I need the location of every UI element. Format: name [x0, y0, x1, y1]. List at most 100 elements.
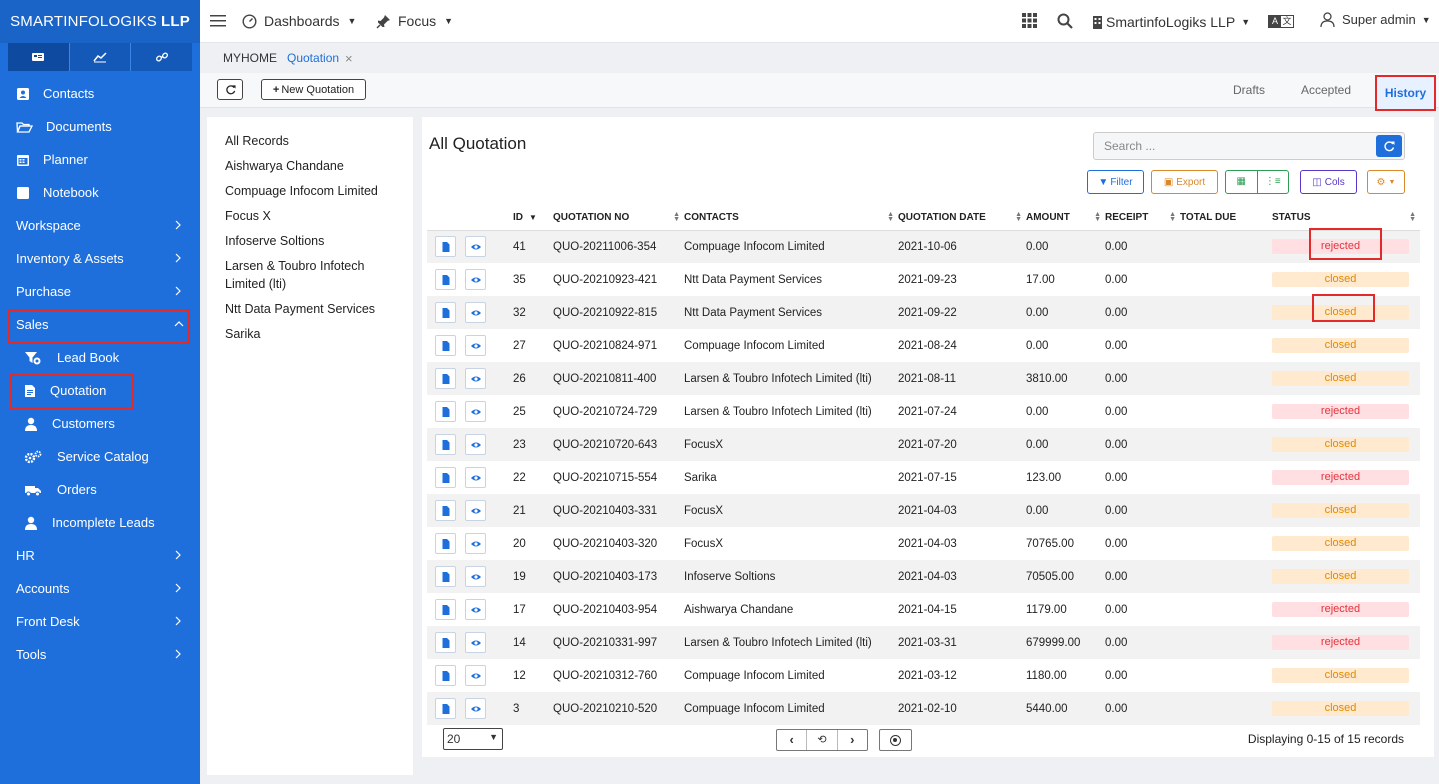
company-selector[interactable]: SmartinfoLogiks LLP ▼ — [1093, 14, 1250, 30]
preview-button[interactable] — [465, 269, 486, 290]
sidebar-item-accounts[interactable]: Accounts — [0, 572, 200, 605]
search-input[interactable]: Search ... — [1104, 139, 1155, 153]
table-row[interactable]: 21 QUO-20210403-331 FocusX 2021-04-03 0.00 0.… — [427, 494, 1420, 527]
tab-accepted[interactable]: Accepted — [1301, 83, 1351, 97]
table-row[interactable]: 12 QUO-20210312-760 Compuage Infocom Limit… — [427, 659, 1420, 692]
column-contacts[interactable]: CONTACTS ▲ ▼ — [684, 205, 898, 231]
table-row[interactable]: 35 QUO-20210923-421 Ntt Data Payment Servi… — [427, 263, 1420, 296]
view-document-button[interactable] — [435, 269, 456, 290]
record-filter-item[interactable]: Sarika — [225, 325, 405, 343]
table-row[interactable]: 27 QUO-20210824-971 Compuage Infocom Limit… — [427, 329, 1420, 362]
preview-button[interactable] — [465, 665, 486, 686]
close-tab-icon[interactable]: × — [345, 51, 353, 66]
dashboards-menu[interactable]: Dashboards ▼ — [242, 13, 356, 29]
translate-icon[interactable]: A文 — [1268, 15, 1294, 28]
apps-grid-icon[interactable] — [1022, 13, 1037, 28]
view-document-button[interactable] — [435, 335, 456, 356]
view-document-button[interactable] — [435, 500, 456, 521]
sidebar-item-planner[interactable]: Planner — [0, 143, 200, 176]
preview-button[interactable] — [465, 599, 486, 620]
reload-page-icon[interactable]: ⟲ — [807, 730, 838, 750]
sidebar-item-customers[interactable]: Customers — [0, 407, 200, 440]
tab-history[interactable]: History — [1375, 75, 1436, 111]
preview-button[interactable] — [465, 335, 486, 356]
view-document-button[interactable] — [435, 632, 456, 653]
table-row[interactable]: 3 QUO-20210210-520 Compuage Infocom Limite… — [427, 692, 1420, 725]
view-document-button[interactable] — [435, 368, 456, 389]
user-menu[interactable]: Super admin ▼ — [1320, 12, 1431, 27]
view-document-button[interactable] — [435, 599, 456, 620]
preview-button[interactable] — [465, 632, 486, 653]
export-button[interactable]: ▣ Export — [1151, 170, 1218, 194]
pager-options-button[interactable] — [879, 729, 912, 751]
record-filter-item[interactable]: Aishwarya Chandane — [225, 157, 405, 175]
table-row[interactable]: 22 QUO-20210715-554 Sarika 2021-07-15 123.00… — [427, 461, 1420, 494]
preview-button[interactable] — [465, 401, 486, 422]
preview-button[interactable] — [465, 533, 486, 554]
sidebar-item-contacts[interactable]: Contacts — [0, 77, 200, 110]
sidebar-item-service-catalog[interactable]: Service Catalog — [0, 440, 200, 473]
record-filter-item[interactable]: Compuage Infocom Limited — [225, 182, 405, 200]
brand-logo[interactable]: SMARTINFOLOGIKS LLP — [0, 0, 200, 43]
tab-links[interactable] — [131, 43, 192, 71]
preview-button[interactable] — [465, 500, 486, 521]
sidebar-item-hr[interactable]: HR — [0, 539, 200, 572]
view-document-button[interactable] — [435, 236, 456, 258]
view-document-button[interactable] — [435, 566, 456, 587]
view-document-button[interactable] — [435, 533, 456, 554]
sidebar-item-incomplete-leads[interactable]: Incomplete Leads — [0, 506, 200, 539]
tab-menu[interactable] — [8, 43, 70, 71]
record-filter-item[interactable]: Larsen & Toubro Infotech Limited (lti) — [225, 257, 385, 293]
search-icon[interactable] — [1057, 13, 1073, 29]
column-total-due[interactable]: TOTAL DUE — [1180, 205, 1272, 231]
record-filter-item[interactable]: Focus X — [225, 207, 405, 225]
preview-button[interactable] — [465, 236, 486, 258]
new-quotation-button[interactable]: + New Quotation — [261, 79, 366, 100]
view-document-button[interactable] — [435, 698, 456, 719]
table-row[interactable]: 19 QUO-20210403-173 Infoserve Soltions 2021… — [427, 560, 1420, 593]
search-refresh-button[interactable] — [1376, 135, 1402, 157]
column-quotation-date[interactable]: QUOTATION DATE ▲ ▼ — [898, 205, 1026, 231]
column-status[interactable]: STATUS ▲ ▼ — [1272, 205, 1420, 231]
table-row[interactable]: 41 QUO-20211006-354 Compuage Infocom Limit… — [427, 230, 1420, 263]
column-quotation-no[interactable]: QUOTATION NO ▲ ▼ — [553, 205, 684, 231]
table-row[interactable]: 25 QUO-20210724-729 Larsen & Toubro Infote… — [427, 395, 1420, 428]
sidebar-item-orders[interactable]: Orders — [0, 473, 200, 506]
cols-button[interactable]: ◫ Cols — [1300, 170, 1357, 194]
view-document-button[interactable] — [435, 434, 456, 455]
filter-button[interactable]: ▼ Filter — [1087, 170, 1144, 194]
view-document-button[interactable] — [435, 665, 456, 686]
column-amount[interactable]: AMOUNT ▲ ▼ — [1026, 205, 1105, 231]
tree-view-icon[interactable]: ⋮≡ — [1258, 171, 1289, 193]
table-row[interactable]: 17 QUO-20210403-954 Aishwarya Chandane 2021… — [427, 593, 1420, 626]
tab-drafts[interactable]: Drafts — [1233, 83, 1265, 97]
sidebar-item-front-desk[interactable]: Front Desk — [0, 605, 200, 638]
refresh-button[interactable] — [217, 79, 243, 100]
preview-button[interactable] — [465, 566, 486, 587]
sidebar-item-notebook[interactable]: Notebook — [0, 176, 200, 209]
preview-button[interactable] — [465, 467, 486, 488]
grid-view-icon[interactable]: ▦ — [1226, 171, 1258, 193]
table-row[interactable]: 20 QUO-20210403-320 FocusX 2021-04-03 70765.… — [427, 527, 1420, 560]
record-filter-item[interactable]: Infoserve Soltions — [225, 232, 405, 250]
breadcrumb-home[interactable]: MYHOME — [223, 51, 277, 65]
sidebar-item-documents[interactable]: Documents — [0, 110, 200, 143]
tab-charts[interactable] — [70, 43, 132, 71]
prev-page-icon[interactable]: ‹ — [777, 730, 808, 750]
sidebar-item-tools[interactable]: Tools — [0, 638, 200, 671]
column-id[interactable]: ID ▼ — [513, 205, 553, 231]
settings-dropdown[interactable]: ⚙ ▼ — [1367, 170, 1405, 194]
sidebar-item-inventory[interactable]: Inventory & Assets — [0, 242, 200, 275]
table-row[interactable]: 26 QUO-20210811-400 Larsen & Toubro Infote… — [427, 362, 1420, 395]
breadcrumb-quotation[interactable]: Quotation — [287, 51, 339, 65]
sidebar-item-lead-book[interactable]: Lead Book — [0, 341, 200, 374]
record-filter-item[interactable]: Ntt Data Payment Services — [225, 300, 405, 318]
view-document-button[interactable] — [435, 401, 456, 422]
preview-button[interactable] — [465, 698, 486, 719]
table-row[interactable]: 32 QUO-20210922-815 Ntt Data Payment Servi… — [427, 296, 1420, 329]
view-document-button[interactable] — [435, 467, 456, 488]
preview-button[interactable] — [465, 434, 486, 455]
page-size-select[interactable]: 20 ▼ — [443, 728, 503, 750]
sidebar-item-purchase[interactable]: Purchase — [0, 275, 200, 308]
table-row[interactable]: 23 QUO-20210720-643 FocusX 2021-07-20 0.00 0.… — [427, 428, 1420, 461]
